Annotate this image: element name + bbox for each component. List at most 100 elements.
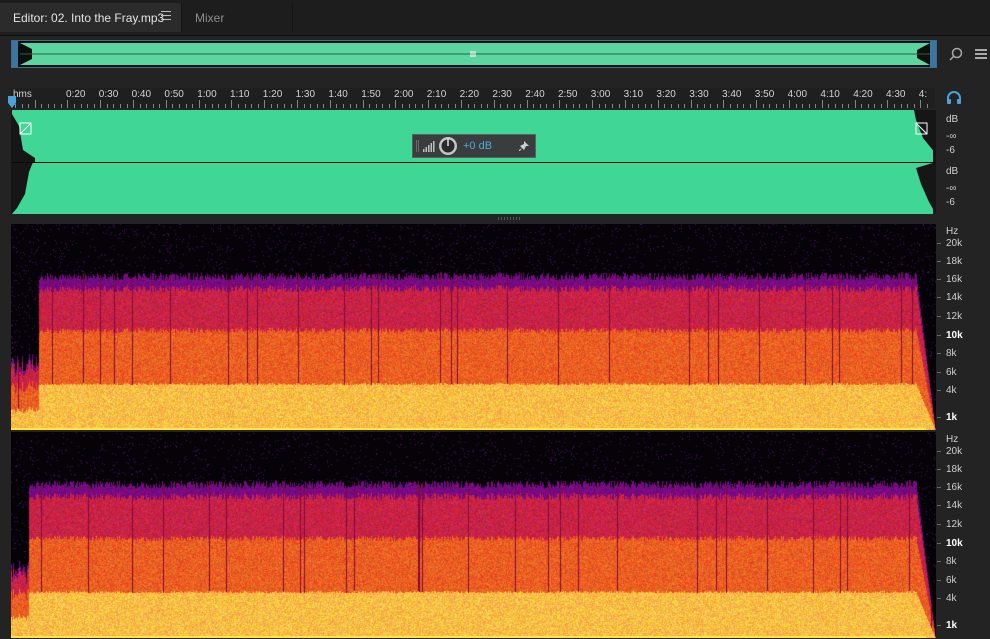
ruler-tick [540,104,541,108]
channel1-db-minus6: -6 [946,145,955,156]
ruler-tick [133,100,134,108]
zoom-icon[interactable] [947,43,965,65]
ruler-tick [914,104,915,108]
ruler-tick [481,104,482,108]
ruler-label: 1:00 [197,89,217,100]
channel1-db-minus-inf: -∞ [946,131,957,142]
ruler-tick [750,104,751,108]
frequency-label: 6k [946,367,957,378]
ruler-label: 3:30 [689,89,709,100]
ruler-tick [468,104,469,108]
ruler-tick [645,104,646,108]
ruler-tick [612,104,613,108]
panel-menu-icon[interactable] [972,43,990,65]
ruler-tick [48,104,49,108]
ruler-tick [678,104,679,108]
ruler-tick [842,104,843,108]
ruler-tick [789,100,790,108]
ruler-tick [67,100,68,108]
ruler-tick [920,100,921,108]
headphones-icon[interactable] [946,90,962,104]
ruler-tick [651,104,652,108]
ruler-tick [507,104,508,108]
tab-editor[interactable]: Editor: 02. Into the Fray.mp3 [0,3,182,32]
frequency-tick [937,243,941,244]
ruler-tick [231,100,232,108]
frequency-label: 1k [946,412,958,423]
frequency-label: 16k [946,482,963,493]
playhead-marker[interactable] [8,96,16,108]
ruler-tick [783,104,784,108]
ruler-tick [566,104,567,108]
ruler-tick [127,104,128,108]
ruler-tick [284,104,285,108]
spectral-display-channel1[interactable] [11,224,936,430]
ruler-label: 0:20 [66,89,86,100]
frequency-label: 18k [946,256,963,267]
pin-icon[interactable] [517,139,531,153]
frequency-tick [937,469,941,470]
frequency-tick [937,279,941,280]
ruler-tick [225,104,226,108]
hamburger-menu-icon[interactable] [161,11,171,21]
ruler-tick [861,104,862,108]
ruler-tick [389,104,390,108]
frequency-tick [937,505,941,506]
ruler-tick [802,104,803,108]
ruler-tick [769,104,770,108]
time-ruler[interactable]: hms 0:20 0:30 0:40 0:50 1:00 1:10 1:20 1:30 1:40… [11,88,935,108]
frequency-label: 20k [946,238,963,249]
hud-volume-control[interactable]: +0 dB [412,134,536,158]
ruler-label: 2:00 [394,89,414,100]
panel-resize-grip[interactable] [498,217,522,220]
frequency-label: 12k [946,311,963,322]
ruler-label: 2:50 [558,89,578,100]
level-bars-icon [416,140,435,152]
frequency-tick [937,451,941,452]
ruler-tick [238,104,239,108]
ruler-tick [500,104,501,108]
ruler-tick [153,104,154,108]
frequency-label: 18k [946,464,963,475]
tab-mixer[interactable]: Mixer [183,3,293,32]
ruler-tick [605,104,606,108]
ruler-tick [81,104,82,108]
ruler-tick [199,100,200,108]
tab-mixer-label: Mixer [195,10,225,25]
ruler-tick [277,104,278,108]
frequency-label: 4k [946,593,957,604]
ruler-tick [87,104,88,108]
ruler-tick [514,104,515,108]
frequency-tick [937,524,941,525]
frequency-label: 1k [946,620,958,631]
ruler-tick [684,104,685,108]
frequency-tick [937,598,941,599]
ruler-tick [179,104,180,108]
ruler-tick [586,104,587,108]
frequency-label: 14k [946,500,963,511]
gain-value[interactable]: +0 dB [463,140,492,152]
ruler-tick [717,104,718,108]
ruler-tick [927,104,928,108]
frequency-tick [937,316,941,317]
ruler-label: 2:10 [426,89,447,100]
spectral-display-channel2[interactable] [11,432,936,638]
ruler-tick [107,104,108,108]
ruler-tick [376,104,377,108]
ruler-label: 1:10 [230,89,250,100]
frequency-tick [937,297,941,298]
ruler-tick [822,100,823,108]
gain-knob[interactable] [437,135,459,157]
ruler-tick [553,104,554,108]
ruler-tick [664,104,665,108]
ruler-label: 3:50 [754,89,775,100]
frequency-tick [937,390,941,391]
ruler-tick [901,104,902,108]
overview-navigator[interactable] [11,40,937,68]
overview-waveform [12,41,936,67]
ruler-label: 3:20 [656,89,676,100]
ruler-label: 0:30 [98,89,119,100]
ruler-tick [874,104,875,108]
ruler-tick [146,104,147,108]
ruler-label: 1:20 [262,89,283,100]
